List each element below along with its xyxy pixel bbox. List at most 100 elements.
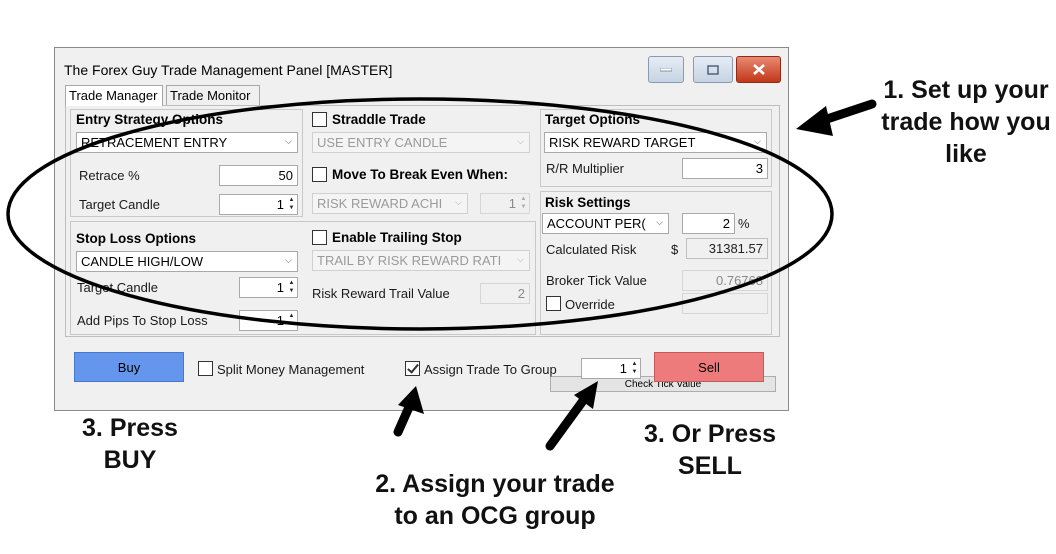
add-pips-stepper[interactable]: 1 ▲ ▼	[239, 310, 298, 331]
split-money-checkbox[interactable]	[198, 361, 213, 376]
group-number-stepper[interactable]: 1 ▲ ▼	[581, 358, 641, 379]
annotation-step1: 1. Set up your trade how you like	[876, 74, 1056, 170]
annotation-step3-buy-line1: 3. Press	[82, 414, 178, 442]
chevron-down-icon: ⌵	[455, 197, 462, 207]
maximize-button[interactable]	[693, 56, 733, 83]
add-pips-label: Add Pips To Stop Loss	[77, 313, 208, 328]
trade-management-window: The Forex Guy Trade Management Panel [MA…	[54, 47, 789, 411]
tab-trade-manager[interactable]: Trade Manager	[65, 85, 163, 106]
annotation-step3-sell-line1: 3. Or Press	[643, 420, 777, 448]
retrace-input[interactable]: 50	[219, 165, 298, 186]
broker-tick-value: 0.76768	[716, 273, 763, 288]
trailing-stop-label: Enable Trailing Stop	[332, 230, 462, 245]
window-title: The Forex Guy Trade Management Panel [MA…	[64, 62, 393, 78]
broker-tick-label: Broker Tick Value	[546, 273, 647, 288]
break-even-stepper[interactable]: 1 ▲ ▼	[480, 193, 530, 214]
spin-arrows-icon[interactable]: ▲ ▼	[630, 360, 639, 377]
group-number-value: 1	[619, 361, 627, 376]
rr-multiplier-label: R/R Multiplier	[546, 161, 625, 176]
chevron-down-icon: ⌵	[656, 217, 663, 227]
arrow-to-settings	[796, 99, 877, 136]
retrace-label: Retrace %	[79, 168, 140, 183]
trailing-mode-value: TRAIL BY RISK REWARD RATI	[317, 253, 502, 268]
trail-value-input[interactable]: 2	[480, 283, 530, 304]
risk-type-select[interactable]: ACCOUNT PER( ⌵	[542, 213, 669, 234]
currency-symbol: $	[671, 242, 679, 257]
target-type-value: RISK REWARD TARGET	[549, 135, 696, 150]
break-even-label: Move To Break Even When:	[332, 167, 509, 182]
override-input[interactable]	[682, 293, 768, 314]
break-even-value: 1	[508, 196, 516, 211]
rr-multiplier-input[interactable]: 3	[682, 158, 768, 179]
calculated-risk-value: 31381.57	[686, 238, 768, 259]
rr-multiplier-value: 3	[755, 161, 763, 176]
straddle-checkbox[interactable]	[312, 112, 327, 127]
minimize-icon	[649, 57, 683, 82]
target-options-title: Target Options	[545, 112, 641, 127]
straddle-label: Straddle Trade	[332, 112, 426, 127]
risk-percent-input[interactable]: 2	[682, 213, 735, 234]
annotation-step3-buy-line2: BUY	[103, 446, 157, 474]
stop-target-candle-stepper[interactable]: 1 ▲ ▼	[239, 277, 298, 298]
assign-group-checkbox[interactable]	[405, 361, 420, 376]
title-bar[interactable]: The Forex Guy Trade Management Panel [MA…	[55, 48, 788, 86]
spin-arrows-icon[interactable]: ▲ ▼	[287, 312, 296, 329]
override-checkbox[interactable]	[546, 296, 561, 311]
close-button[interactable]	[736, 56, 781, 83]
annotation-step2-line2: to an OCG group	[394, 502, 596, 530]
maximize-icon	[694, 57, 732, 82]
spin-arrows-icon[interactable]: ▲ ▼	[287, 196, 296, 213]
break-even-mode-value: RISK REWARD ACHI	[317, 196, 443, 211]
override-label: Override	[565, 297, 615, 312]
annotation-step2: 2. Assign your trade to an OCG group	[370, 468, 620, 532]
annotation-step3-sell: 3. Or Press SELL	[625, 418, 795, 482]
annotation-step1-line2: trade how you	[881, 108, 1051, 136]
annotation-step2-line1: 2. Assign your trade	[375, 470, 615, 498]
stop-type-select[interactable]: CANDLE HIGH/LOW ⌵	[76, 251, 298, 272]
minimize-button[interactable]	[648, 56, 684, 83]
trail-value-text: 2	[517, 286, 525, 301]
trailing-stop-checkbox[interactable]	[312, 230, 327, 245]
annotation-step3-sell-line2: SELL	[678, 452, 742, 480]
break-even-mode-select[interactable]: RISK REWARD ACHI ⌵	[312, 193, 468, 214]
risk-percent-value: 2	[722, 216, 730, 231]
tab-trade-monitor[interactable]: Trade Monitor	[166, 85, 260, 105]
spin-arrows-icon[interactable]: ▲ ▼	[287, 279, 296, 296]
break-even-checkbox[interactable]	[312, 167, 327, 182]
entry-target-candle-stepper[interactable]: 1 ▲ ▼	[219, 194, 298, 215]
straddle-mode-select[interactable]: USE ENTRY CANDLE ⌵	[312, 132, 530, 153]
target-type-select[interactable]: RISK REWARD TARGET ⌵	[544, 132, 767, 153]
entry-strategy-title: Entry Strategy Options	[76, 112, 224, 127]
chevron-down-icon: ⌵	[517, 254, 524, 264]
trail-value-label: Risk Reward Trail Value	[312, 286, 450, 301]
stop-target-candle-value: 1	[276, 280, 284, 295]
annotation-step1-line3: like	[945, 140, 987, 168]
entry-type-value: RETRACEMENT ENTRY	[81, 135, 228, 150]
annotation-step3-buy: 3. Press BUY	[50, 412, 210, 476]
chevron-down-icon: ⌵	[754, 136, 761, 146]
calculated-risk-text: 31381.57	[708, 241, 763, 256]
sell-button[interactable]: Sell	[654, 352, 764, 382]
spin-arrows-icon[interactable]: ▲ ▼	[519, 195, 528, 212]
split-money-label: Split Money Management	[217, 362, 365, 377]
stop-target-candle-label: Target Candle	[77, 280, 158, 295]
assign-group-label: Assign Trade To Group	[424, 362, 557, 377]
chevron-down-icon: ⌵	[517, 136, 524, 146]
entry-target-candle-value: 1	[276, 197, 284, 212]
chevron-down-icon: ⌵	[285, 136, 292, 146]
add-pips-value: 1	[276, 313, 284, 328]
annotation-step1-line1: 1. Set up your	[883, 76, 1049, 104]
buy-button[interactable]: Buy	[74, 352, 184, 382]
entry-target-candle-label: Target Candle	[79, 197, 160, 212]
close-icon	[737, 57, 780, 82]
percent-sign: %	[738, 216, 750, 231]
risk-settings-title: Risk Settings	[545, 195, 631, 210]
stop-type-value: CANDLE HIGH/LOW	[81, 254, 204, 269]
stop-loss-title: Stop Loss Options	[76, 231, 196, 246]
trailing-mode-select[interactable]: TRAIL BY RISK REWARD RATI ⌵	[312, 250, 530, 271]
risk-type-value: ACCOUNT PER(	[547, 216, 646, 231]
retrace-value: 50	[278, 168, 293, 183]
calculated-risk-label: Calculated Risk	[546, 242, 637, 257]
broker-tick-input[interactable]: 0.76768	[682, 270, 768, 291]
entry-type-select[interactable]: RETRACEMENT ENTRY ⌵	[76, 132, 298, 153]
